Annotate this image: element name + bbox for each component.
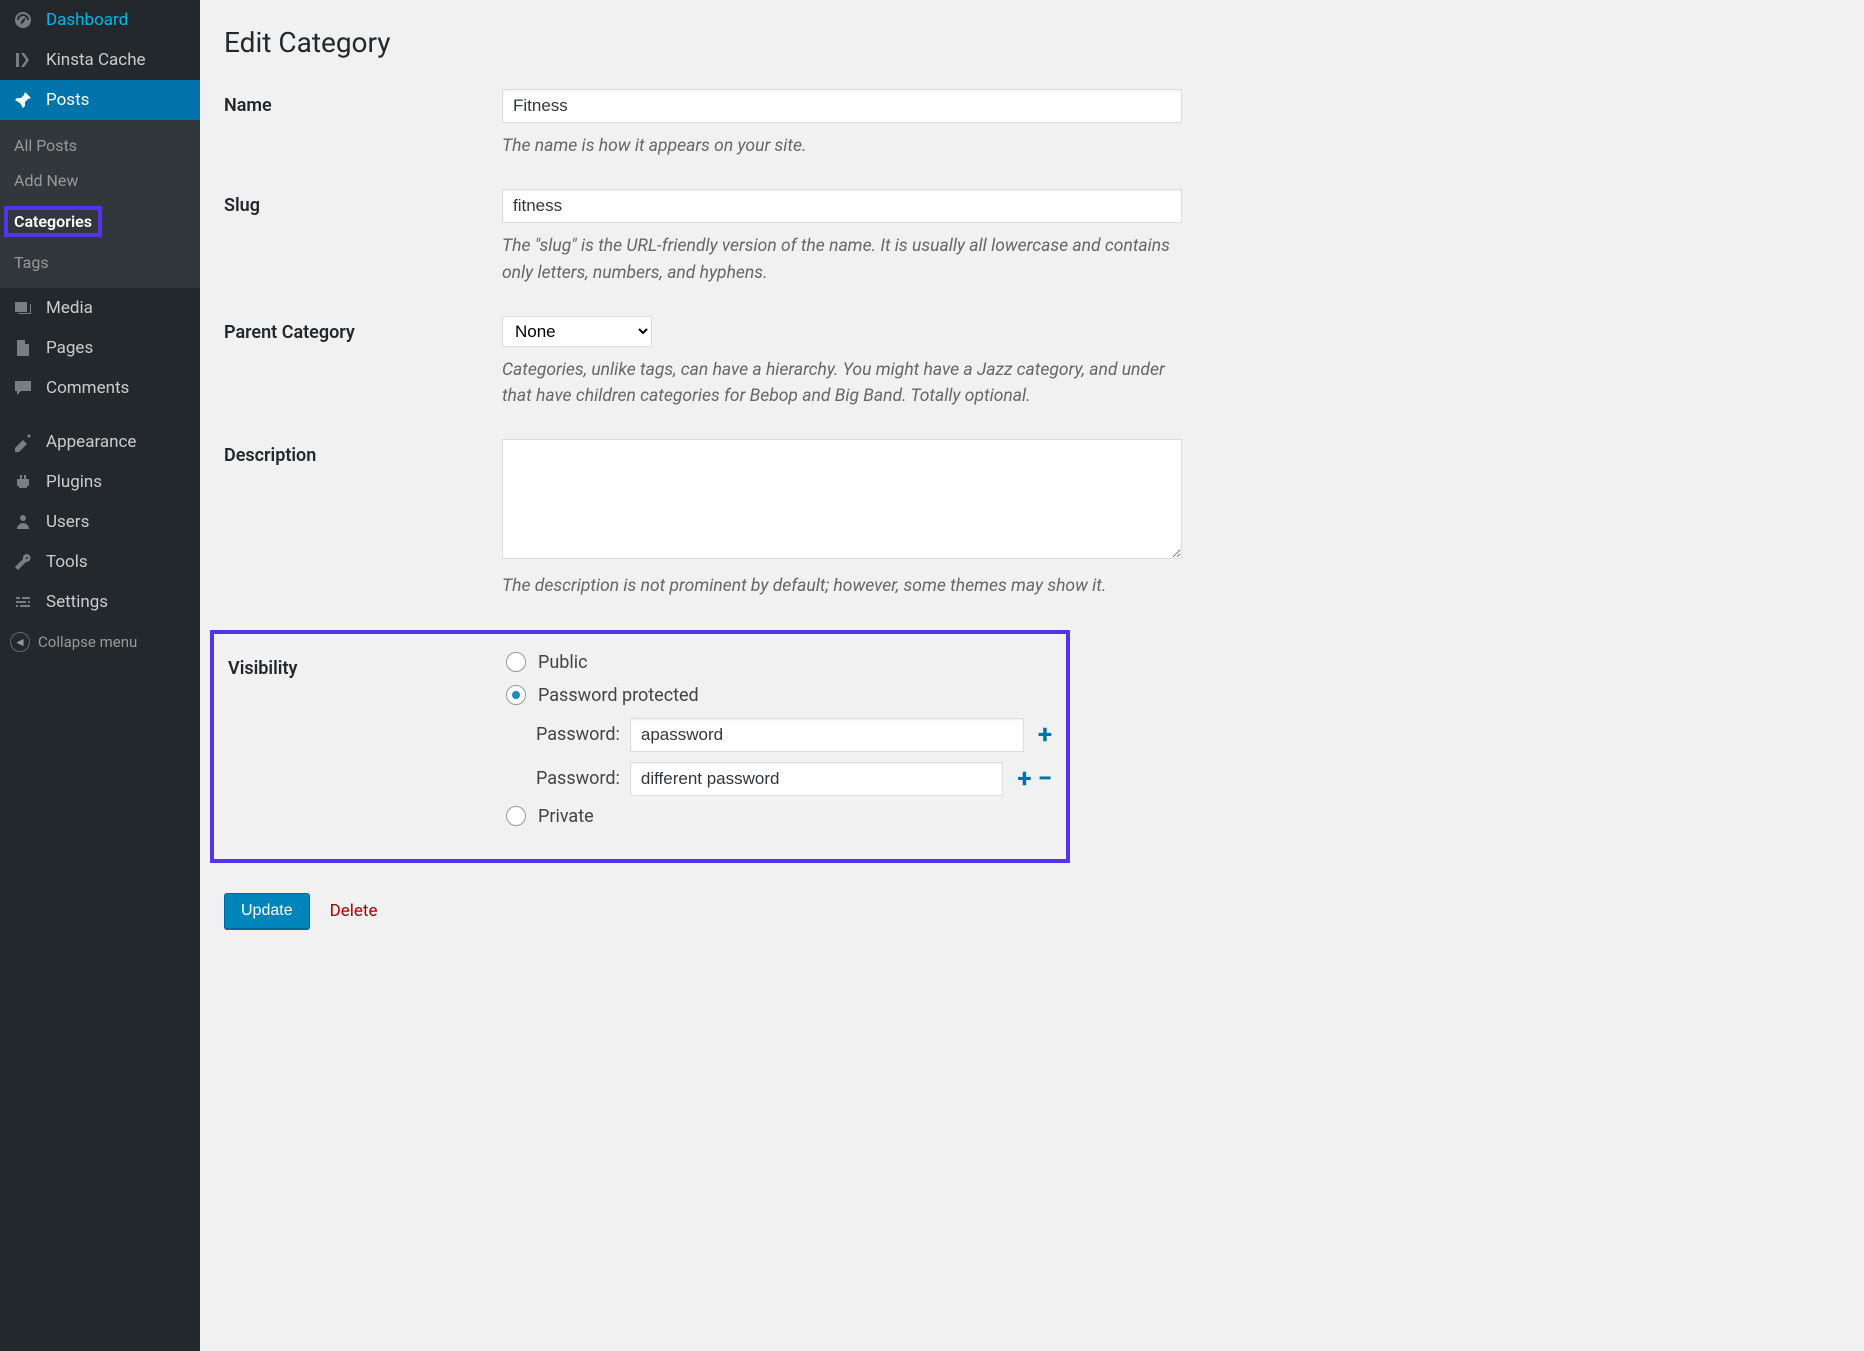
password-input-1[interactable] [630, 718, 1024, 752]
menu-settings[interactable]: Settings [0, 582, 200, 622]
menu-label: Media [46, 298, 93, 318]
row-slug: Slug The "slug" is the URL-friendly vers… [224, 189, 1840, 286]
tools-icon [10, 552, 36, 572]
menu-comments[interactable]: Comments [0, 368, 200, 408]
pages-icon [10, 338, 36, 358]
radio-protected-label: Password protected [538, 685, 699, 706]
label-slug: Slug [224, 189, 502, 286]
menu-label: Dashboard [46, 10, 128, 30]
visibility-protected[interactable]: Password protected [506, 685, 1052, 706]
menu-label: Kinsta Cache [46, 50, 146, 70]
input-slug[interactable] [502, 189, 1182, 223]
label-visibility: Visibility [228, 652, 506, 839]
submenu-add-new[interactable]: Add New [0, 163, 200, 198]
desc-name: The name is how it appears on your site. [502, 133, 1182, 159]
password-row-1: Password: + [536, 718, 1052, 752]
label-name: Name [224, 89, 502, 159]
menu-label: Users [46, 512, 89, 532]
main-content: Edit Category Name The name is how it ap… [200, 0, 1864, 1351]
menu-kinsta[interactable]: Kinsta Cache [0, 40, 200, 80]
visibility-public[interactable]: Public [506, 652, 1052, 673]
submenu-categories[interactable]: Categories [0, 198, 200, 245]
comments-icon [10, 378, 36, 398]
desc-parent: Categories, unlike tags, can have a hier… [502, 357, 1182, 410]
desc-slug: The "slug" is the URL-friendly version o… [502, 233, 1182, 286]
settings-icon [10, 592, 36, 612]
menu-pages[interactable]: Pages [0, 328, 200, 368]
menu-label: Comments [46, 378, 129, 398]
media-icon [10, 298, 36, 318]
collapse-menu[interactable]: ◄ Collapse menu [0, 622, 200, 662]
select-parent[interactable]: None [502, 316, 652, 347]
action-row: Update Delete [224, 893, 1840, 929]
visibility-private[interactable]: Private [506, 806, 1052, 827]
submenu-categories-label: Categories [4, 206, 102, 237]
row-name: Name The name is how it appears on your … [224, 89, 1840, 159]
plugins-icon [10, 472, 36, 492]
radio-protected[interactable] [506, 685, 526, 705]
menu-media[interactable]: Media [0, 288, 200, 328]
menu-label: Appearance [46, 432, 136, 452]
password-label-2: Password: [536, 768, 620, 789]
textarea-description[interactable] [502, 439, 1182, 559]
dashboard-icon [10, 10, 36, 30]
users-icon [10, 512, 36, 532]
label-description: Description [224, 439, 502, 599]
row-parent: Parent Category None Categories, unlike … [224, 316, 1840, 410]
radio-public[interactable] [506, 652, 526, 672]
password-input-2[interactable] [630, 762, 1004, 796]
menu-label: Plugins [46, 472, 102, 492]
menu-appearance[interactable]: Appearance [0, 422, 200, 462]
admin-sidebar: Dashboard Kinsta Cache Posts All Posts A… [0, 0, 200, 1351]
add-password-icon[interactable]: + [1017, 766, 1031, 792]
menu-dashboard[interactable]: Dashboard [0, 0, 200, 40]
radio-private[interactable] [506, 806, 526, 826]
update-button[interactable]: Update [224, 893, 310, 929]
menu-label: Settings [46, 592, 108, 612]
row-description: Description The description is not promi… [224, 439, 1840, 599]
add-password-icon[interactable]: + [1038, 722, 1052, 748]
remove-password-icon[interactable]: − [1038, 766, 1052, 792]
visibility-box: Visibility Public Password protected Pas… [210, 630, 1070, 863]
radio-public-label: Public [538, 652, 588, 673]
menu-tools[interactable]: Tools [0, 542, 200, 582]
kinsta-icon [10, 50, 36, 70]
appearance-icon [10, 432, 36, 452]
page-title: Edit Category [224, 26, 1840, 59]
password-row-2: Password: + − [536, 762, 1052, 796]
desc-description: The description is not prominent by defa… [502, 573, 1182, 599]
menu-label: Pages [46, 338, 93, 358]
menu-label: Tools [46, 552, 88, 572]
input-name[interactable] [502, 89, 1182, 123]
password-label-1: Password: [536, 724, 620, 745]
label-parent: Parent Category [224, 316, 502, 410]
collapse-icon: ◄ [10, 632, 30, 652]
delete-link[interactable]: Delete [330, 901, 378, 921]
posts-submenu: All Posts Add New Categories Tags [0, 120, 200, 288]
menu-posts[interactable]: Posts [0, 80, 200, 120]
radio-private-label: Private [538, 806, 594, 827]
menu-label: Posts [46, 90, 89, 110]
collapse-label: Collapse menu [38, 633, 137, 651]
submenu-all-posts[interactable]: All Posts [0, 128, 200, 163]
submenu-tags[interactable]: Tags [0, 245, 200, 280]
menu-plugins[interactable]: Plugins [0, 462, 200, 502]
pin-icon [10, 90, 36, 110]
menu-users[interactable]: Users [0, 502, 200, 542]
